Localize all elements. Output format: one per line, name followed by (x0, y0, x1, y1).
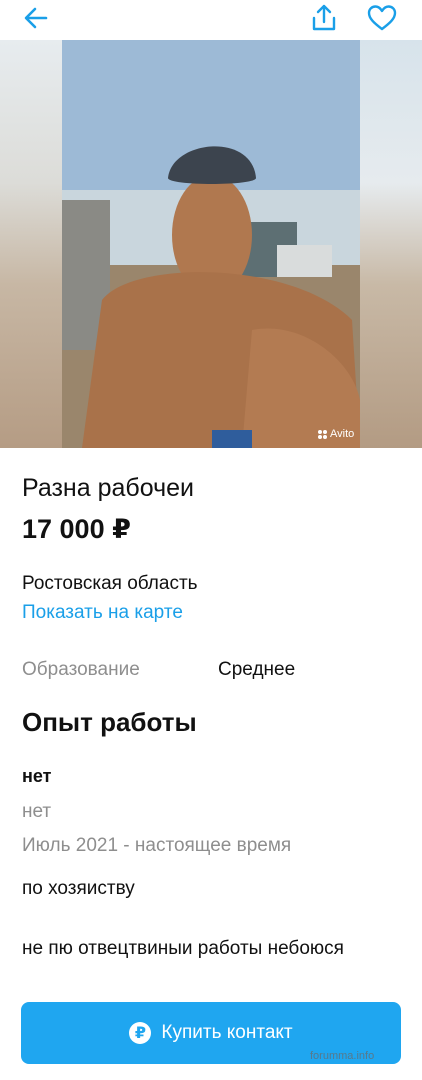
arrow-left-icon[interactable] (20, 2, 52, 34)
photo-gallery[interactable]: Avito (0, 40, 422, 448)
experience-duties: по хозяиству (22, 878, 135, 899)
experience-section-title: Опыт работы (22, 707, 197, 737)
listing-photo[interactable] (62, 40, 360, 448)
listing-region: Ростовская область (22, 573, 198, 594)
top-bar (0, 0, 422, 40)
experience-period: Июль 2021 - настоящее время (22, 835, 292, 856)
experience-company: нет (22, 766, 52, 786)
avito-logo-icon (318, 429, 327, 439)
site-watermark: forumma.info (310, 1050, 375, 1062)
listing-price: 17 000 ₽ (22, 514, 131, 544)
show-on-map-link[interactable]: Показать на карте (22, 602, 183, 624)
education-label: Образование (22, 659, 140, 680)
share-icon[interactable] (308, 2, 340, 34)
education-value: Среднее (218, 659, 296, 680)
avito-watermark: Avito (318, 428, 354, 440)
photo-blur-right (360, 40, 422, 448)
ruble-icon: ₽ (129, 1022, 152, 1044)
buy-contact-label: Купить контакт (161, 1022, 293, 1043)
about-text: не пю отвецтвиныи работы небоюся (22, 938, 344, 959)
avito-watermark-label: Avito (330, 428, 355, 440)
photo-blur-left (0, 40, 62, 448)
experience-position: нет (22, 801, 52, 822)
heart-icon[interactable] (366, 2, 398, 34)
listing-title: Разна рабочеи (22, 474, 194, 502)
